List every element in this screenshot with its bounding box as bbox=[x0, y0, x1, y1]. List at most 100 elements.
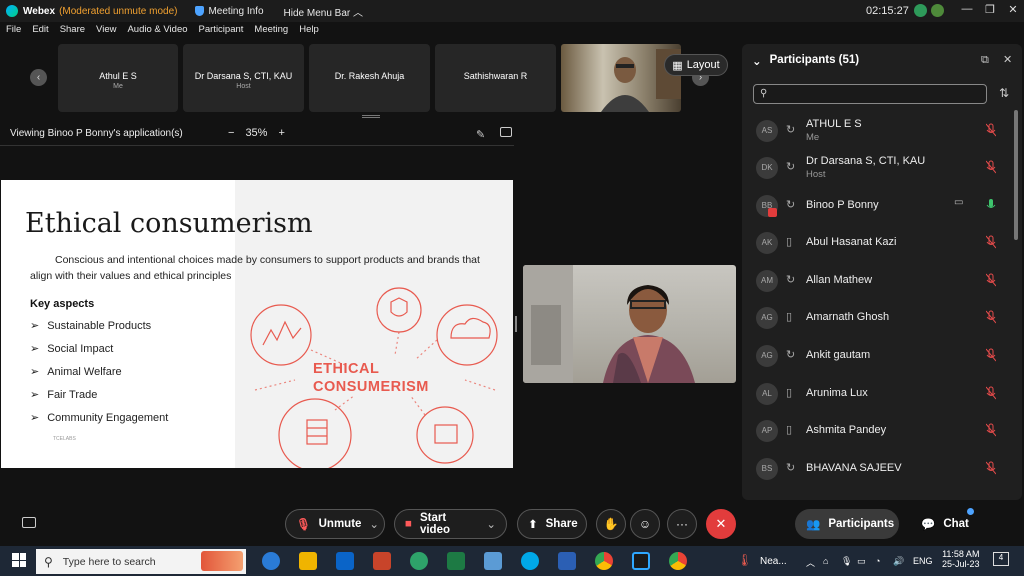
annotate-icon[interactable]: ✎ bbox=[476, 128, 485, 141]
participant-row[interactable]: AG ↻ Ankit gautam bbox=[742, 335, 1022, 372]
zoom-in-button[interactable]: + bbox=[278, 127, 284, 139]
chevron-up-icon[interactable]: ︿ bbox=[806, 556, 815, 569]
reactions-button[interactable]: ☺ bbox=[630, 509, 660, 539]
video-tile[interactable]: Dr. Rakesh Ahuja bbox=[309, 44, 430, 112]
splitter-handle[interactable] bbox=[515, 316, 517, 332]
participants-button[interactable]: 👥 Participants bbox=[795, 509, 899, 539]
share-button[interactable]: ⬆ Share bbox=[517, 509, 587, 539]
menu-file[interactable]: File bbox=[6, 24, 21, 40]
chrome-icon[interactable] bbox=[595, 552, 613, 570]
layout-button[interactable]: ▦ Layout bbox=[664, 54, 728, 76]
menu-help[interactable]: Help bbox=[299, 24, 319, 40]
excel-icon[interactable] bbox=[447, 552, 465, 570]
participant-row[interactable]: AP ▯ Ashmita Pandey bbox=[742, 410, 1022, 447]
language-indicator[interactable]: ENG bbox=[913, 556, 933, 566]
video-tile[interactable]: Sathishwaran R bbox=[435, 44, 556, 112]
captions-icon[interactable] bbox=[22, 517, 36, 528]
word-icon[interactable] bbox=[558, 552, 576, 570]
popout-panel-icon[interactable]: ⧉ bbox=[981, 54, 989, 67]
menu-audio-video[interactable]: Audio & Video bbox=[127, 24, 187, 40]
panel-header[interactable]: ⌄ Participants (51) bbox=[752, 54, 859, 68]
restore-icon[interactable]: ❐ bbox=[980, 3, 1000, 16]
windows-start-icon[interactable] bbox=[12, 553, 26, 567]
avatar[interactable] bbox=[931, 4, 944, 17]
more-options-button[interactable]: ··· bbox=[667, 509, 697, 539]
app-tray-icon[interactable]: ⌂ bbox=[823, 556, 828, 566]
mic-muted-icon[interactable] bbox=[986, 310, 996, 324]
mic-muted-icon[interactable] bbox=[986, 235, 996, 249]
share-label: Share bbox=[545, 518, 578, 530]
unmute-button[interactable]: 🎙 Unmute ⌄ bbox=[285, 509, 385, 539]
file-explorer-icon[interactable] bbox=[299, 552, 317, 570]
edge-icon[interactable] bbox=[262, 552, 280, 570]
participant-row[interactable]: AL ▯ Arunima Lux bbox=[742, 373, 1022, 410]
mic-muted-icon[interactable] bbox=[986, 423, 996, 437]
meeting-mode: (Moderated unmute mode) bbox=[59, 5, 178, 17]
meeting-info-button[interactable]: Meeting Info bbox=[195, 6, 264, 17]
clock[interactable]: 11:58 AM 25-Jul-23 bbox=[942, 549, 980, 569]
participant-video[interactable] bbox=[561, 44, 681, 112]
battery-icon[interactable]: ▭ bbox=[857, 556, 866, 567]
menu-participant[interactable]: Participant bbox=[199, 24, 244, 40]
calculator-icon[interactable] bbox=[484, 552, 502, 570]
participant-name: Amarnath Ghosh bbox=[806, 311, 890, 323]
mic-muted-icon[interactable] bbox=[986, 160, 996, 174]
sync-icon: ↻ bbox=[786, 349, 796, 361]
video-off-icon: ■ bbox=[405, 518, 412, 530]
resize-handle[interactable] bbox=[362, 115, 380, 118]
zoom-out-button[interactable]: − bbox=[228, 127, 234, 139]
notifications-icon[interactable]: 4 bbox=[993, 552, 1009, 566]
strip-prev-button[interactable]: ‹ bbox=[30, 69, 47, 86]
weather-label[interactable]: Nea... bbox=[760, 556, 787, 567]
presenter-video-image bbox=[523, 265, 695, 383]
clock-time: 11:58 AM bbox=[942, 549, 980, 559]
chrome-icon[interactable] bbox=[669, 552, 687, 570]
video-tile[interactable]: Athul E S Me bbox=[58, 44, 178, 112]
chevron-down-icon[interactable]: ⌄ bbox=[752, 54, 762, 68]
participant-row[interactable]: BB ↻ Binoo P Bonny ▭ bbox=[742, 185, 1022, 222]
webex-icon[interactable] bbox=[632, 552, 650, 570]
video-tile[interactable]: Dr Darsana S, CTI, KAU Host bbox=[183, 44, 304, 112]
mic-muted-icon[interactable] bbox=[986, 123, 996, 137]
mic-muted-icon[interactable] bbox=[986, 273, 996, 287]
participant-row[interactable]: AM ↻ Allan Mathew bbox=[742, 260, 1022, 297]
powerpoint-icon[interactable] bbox=[373, 552, 391, 570]
chevron-down-icon[interactable]: ⌄ bbox=[486, 517, 496, 531]
app-icon[interactable] bbox=[410, 552, 428, 570]
menu-edit[interactable]: Edit bbox=[32, 24, 48, 40]
menu-share[interactable]: Share bbox=[60, 24, 85, 40]
close-icon[interactable]: ✕ bbox=[1003, 3, 1023, 16]
microphone-icon[interactable]: 🎙 bbox=[841, 556, 852, 567]
mic-muted-icon[interactable] bbox=[986, 386, 996, 400]
mic-muted-icon[interactable] bbox=[986, 348, 996, 362]
mic-active-icon[interactable] bbox=[986, 198, 996, 212]
participant-row[interactable]: BS ↻ BHAVANA SAJEEV bbox=[742, 448, 1022, 485]
participant-row[interactable]: DK ↻ Dr Darsana S, CTI, KAU Host bbox=[742, 147, 1022, 184]
notification-count: 4 bbox=[998, 553, 1004, 562]
network-icon[interactable]: ◔ bbox=[875, 556, 880, 566]
hide-menu-bar-button[interactable]: Hide Menu Bar ︿ bbox=[284, 4, 363, 19]
chevron-down-icon[interactable]: ⌄ bbox=[369, 517, 379, 531]
menu-view[interactable]: View bbox=[96, 24, 116, 40]
participant-row[interactable]: AK ▯ Abul Hasanat Kazi bbox=[742, 222, 1022, 259]
sync-icon: ↻ bbox=[786, 274, 796, 286]
participant-search-input[interactable]: ⚲ bbox=[753, 84, 987, 104]
mail-icon[interactable] bbox=[336, 552, 354, 570]
presenter-video[interactable] bbox=[523, 265, 736, 383]
leave-meeting-button[interactable]: ✕ bbox=[706, 509, 736, 539]
close-panel-icon[interactable]: ✕ bbox=[1003, 53, 1012, 66]
mic-muted-icon[interactable] bbox=[986, 461, 996, 475]
participant-row[interactable]: AS ↻ ATHUL E S Me bbox=[742, 110, 1022, 147]
minimize-icon[interactable]: — bbox=[957, 3, 977, 15]
skype-icon[interactable] bbox=[521, 552, 539, 570]
panel-scrollbar[interactable] bbox=[1014, 110, 1018, 240]
sort-icon[interactable]: ⇅ bbox=[999, 86, 1009, 100]
taskbar-search[interactable]: ⚲ Type here to search bbox=[36, 549, 246, 574]
avatar: BS bbox=[756, 458, 778, 480]
volume-icon[interactable]: 🔊 bbox=[893, 556, 904, 567]
participant-row[interactable]: AG ▯ Amarnath Ghosh bbox=[742, 297, 1022, 334]
raise-hand-button[interactable]: ✋ bbox=[596, 509, 626, 539]
popout-icon[interactable] bbox=[500, 127, 512, 137]
menu-meeting[interactable]: Meeting bbox=[254, 24, 288, 40]
start-video-button[interactable]: ■ Start video ⌄ bbox=[394, 509, 507, 539]
